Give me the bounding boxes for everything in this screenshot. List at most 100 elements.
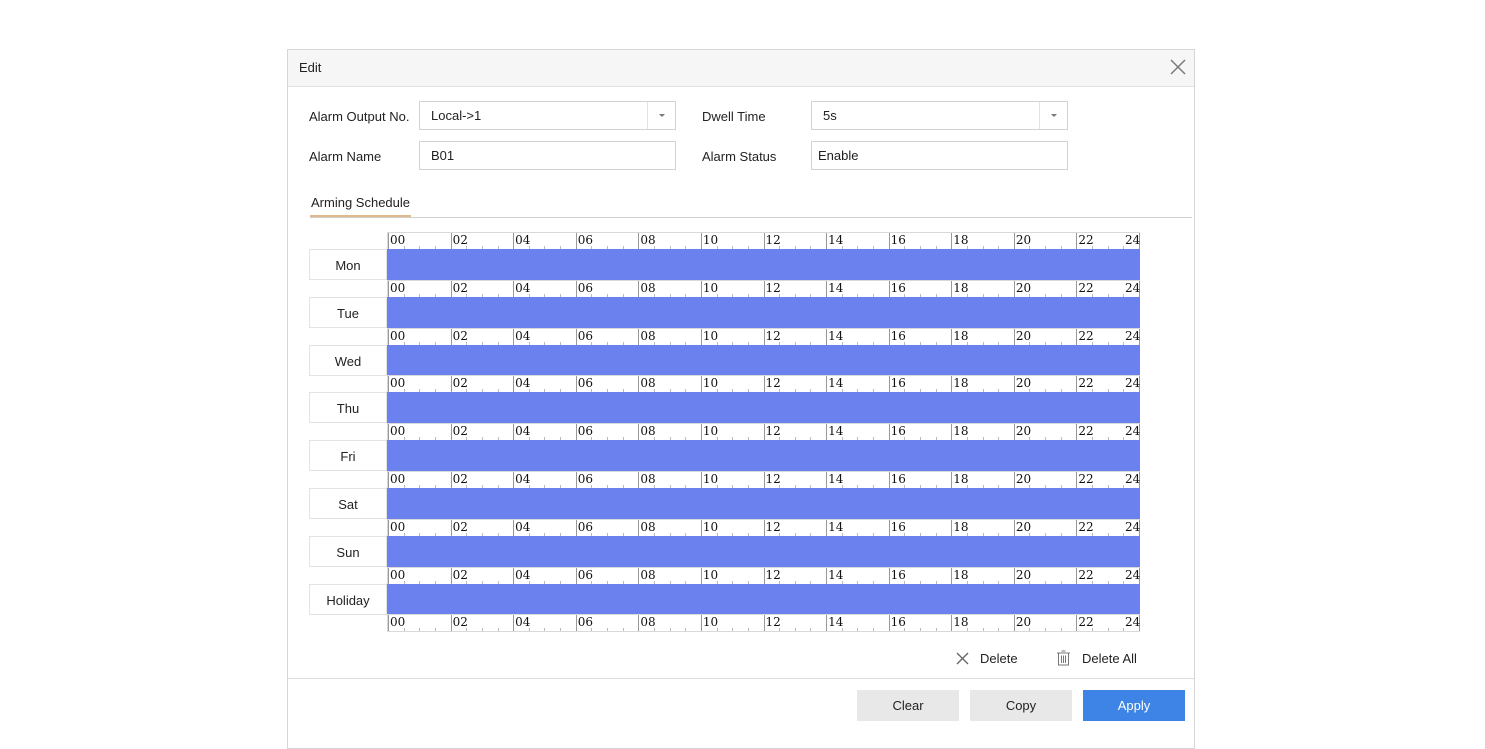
ruler-tick xyxy=(388,472,389,488)
hour-label: 24 xyxy=(1125,376,1141,391)
schedule-bar-sat[interactable] xyxy=(387,488,1140,519)
ruler-tick xyxy=(1013,519,1015,536)
delete-all-button[interactable]: Delete All xyxy=(1082,651,1137,666)
ruler-tick xyxy=(388,328,389,345)
ruler-tick xyxy=(1076,472,1078,488)
hour-label: 18 xyxy=(953,233,969,247)
chevron-down-icon[interactable] xyxy=(1039,102,1067,129)
hour-label: 02 xyxy=(452,519,468,534)
hour-label: 12 xyxy=(765,280,781,295)
ruler-tick xyxy=(1076,519,1078,536)
hour-label: 00 xyxy=(390,472,406,486)
time-ruler: 00 02 04 06 08 10 12 14 16 18 20 22 24 xyxy=(387,518,1140,537)
schedule-bar-tue[interactable] xyxy=(387,296,1140,328)
ruler-tick xyxy=(575,472,577,488)
apply-button[interactable]: Apply xyxy=(1083,690,1185,721)
hour-label: 24 xyxy=(1125,424,1141,439)
hour-label: 08 xyxy=(640,233,656,247)
hour-label: 10 xyxy=(702,567,719,582)
ruler-tick xyxy=(622,628,624,632)
day-label-fri: Fri xyxy=(309,440,387,472)
ruler-tick xyxy=(575,233,577,249)
hour-label: 00 xyxy=(390,280,406,295)
copy-button[interactable]: Copy xyxy=(970,690,1072,721)
hour-label: 18 xyxy=(953,280,969,295)
ruler-tick xyxy=(700,376,702,393)
hour-label: 24 xyxy=(1125,328,1141,343)
hour-label: 08 xyxy=(640,615,656,630)
ruler-tick xyxy=(481,628,483,632)
schedule-bar-mon[interactable] xyxy=(387,249,1140,280)
hour-label: 02 xyxy=(452,472,468,486)
ruler-tick xyxy=(700,567,702,584)
ruler-tick xyxy=(700,328,702,345)
day-label-holiday: Holiday xyxy=(309,583,387,615)
ruler-tick xyxy=(497,628,499,632)
close-icon[interactable] xyxy=(956,652,969,665)
hour-label: 18 xyxy=(953,376,969,391)
ruler-tick xyxy=(450,519,452,536)
ruler-tick xyxy=(388,376,389,393)
ruler-tick xyxy=(700,233,702,249)
hour-label: 16 xyxy=(890,519,906,534)
ruler-tick xyxy=(1013,233,1015,249)
ruler-tick xyxy=(747,628,749,632)
trash-icon[interactable] xyxy=(1056,650,1071,666)
edit-dialog: Edit Alarm Output No. Local->1 Dwell Tim… xyxy=(287,49,1195,749)
ruler-tick xyxy=(700,615,702,632)
schedule-bar-wed[interactable] xyxy=(387,344,1140,376)
alarm-output-select[interactable]: Local->1 xyxy=(419,101,676,130)
hour-label: 16 xyxy=(890,472,906,486)
ruler-tick xyxy=(1076,376,1078,393)
ruler-tick xyxy=(513,424,515,441)
hour-label: 08 xyxy=(640,376,656,391)
ruler-tick xyxy=(951,280,953,297)
ruler-tick xyxy=(388,615,389,632)
hour-label: 06 xyxy=(577,280,594,295)
ruler-tick xyxy=(1013,567,1015,584)
ruler-tick xyxy=(763,328,765,345)
dialog-title: Edit xyxy=(299,60,322,75)
hour-label: 04 xyxy=(515,567,531,582)
ruler-tick xyxy=(1076,567,1078,584)
ruler-tick xyxy=(575,615,577,632)
ruler-tick xyxy=(1013,424,1015,441)
ruler-tick xyxy=(388,519,389,536)
hour-label: 14 xyxy=(828,472,844,486)
hour-label: 04 xyxy=(515,472,531,486)
ruler-tick xyxy=(1013,376,1015,393)
hour-label: 24 xyxy=(1125,233,1141,247)
hour-label: 16 xyxy=(890,328,906,343)
delete-button[interactable]: Delete xyxy=(980,651,1018,666)
ruler-tick xyxy=(450,376,452,393)
ruler-tick xyxy=(794,628,796,632)
ruler-tick xyxy=(763,472,765,488)
ruler-tick xyxy=(1013,472,1015,488)
alarm-output-label: Alarm Output No. xyxy=(309,109,410,124)
ruler-tick xyxy=(1013,280,1015,297)
hour-label: 22 xyxy=(1078,328,1094,343)
tab-arming-schedule[interactable]: Arming Schedule xyxy=(310,195,411,217)
close-icon[interactable] xyxy=(1168,57,1188,77)
hour-label: 10 xyxy=(702,328,719,343)
hour-label: 08 xyxy=(640,519,656,534)
dwell-time-select[interactable]: 5s xyxy=(811,101,1068,130)
hour-label: 22 xyxy=(1078,519,1094,534)
alarm-name-input[interactable]: B01 xyxy=(419,141,676,170)
ruler-tick xyxy=(982,628,984,632)
schedule-bar-sun[interactable] xyxy=(387,535,1140,567)
schedule-bar-fri[interactable] xyxy=(387,440,1140,472)
hour-label: 02 xyxy=(452,280,468,295)
ruler-tick xyxy=(763,233,765,249)
schedule-bar-holiday[interactable] xyxy=(387,583,1140,615)
clear-button[interactable]: Clear xyxy=(857,690,959,721)
schedule-bar-thu[interactable] xyxy=(387,392,1140,424)
hour-label: 04 xyxy=(515,519,531,534)
ruler-tick xyxy=(513,472,515,488)
chevron-down-icon[interactable] xyxy=(647,102,675,129)
ruler-tick xyxy=(826,424,828,441)
ruler-tick xyxy=(998,628,1000,632)
ruler-tick xyxy=(826,615,828,632)
ruler-tick xyxy=(888,233,890,249)
hour-label: 10 xyxy=(702,519,719,534)
